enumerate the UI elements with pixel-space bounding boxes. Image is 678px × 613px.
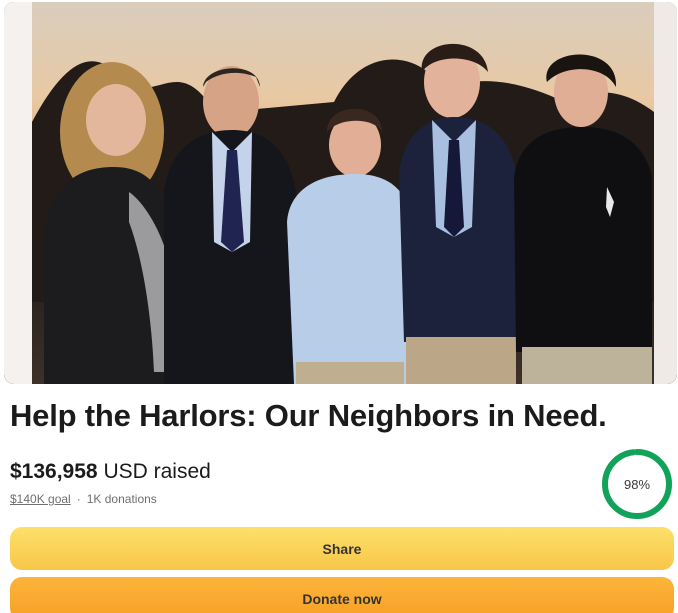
progress-ring: 98%: [600, 447, 674, 521]
donation-count: 1K donations: [86, 492, 157, 506]
share-button[interactable]: Share: [10, 527, 674, 570]
meta-separator: ·: [76, 492, 81, 506]
family-photo: [4, 2, 677, 384]
raised-amount: $136,958: [10, 460, 98, 483]
progress-percent: 98%: [623, 476, 651, 492]
campaign-photo: [4, 2, 677, 384]
donate-now-button[interactable]: Donate now: [10, 577, 674, 613]
fundraiser-page: Help the Harlors: Our Neighbors in Need.…: [0, 0, 678, 613]
amount-raised: $136,958 USD raised: [10, 460, 211, 484]
campaign-title: Help the Harlors: Our Neighbors in Need.: [10, 398, 607, 433]
campaign-meta: $140K goal · 1K donations: [10, 492, 157, 506]
raised-unit: USD raised: [103, 460, 211, 483]
goal-link[interactable]: $140K goal: [10, 492, 71, 506]
